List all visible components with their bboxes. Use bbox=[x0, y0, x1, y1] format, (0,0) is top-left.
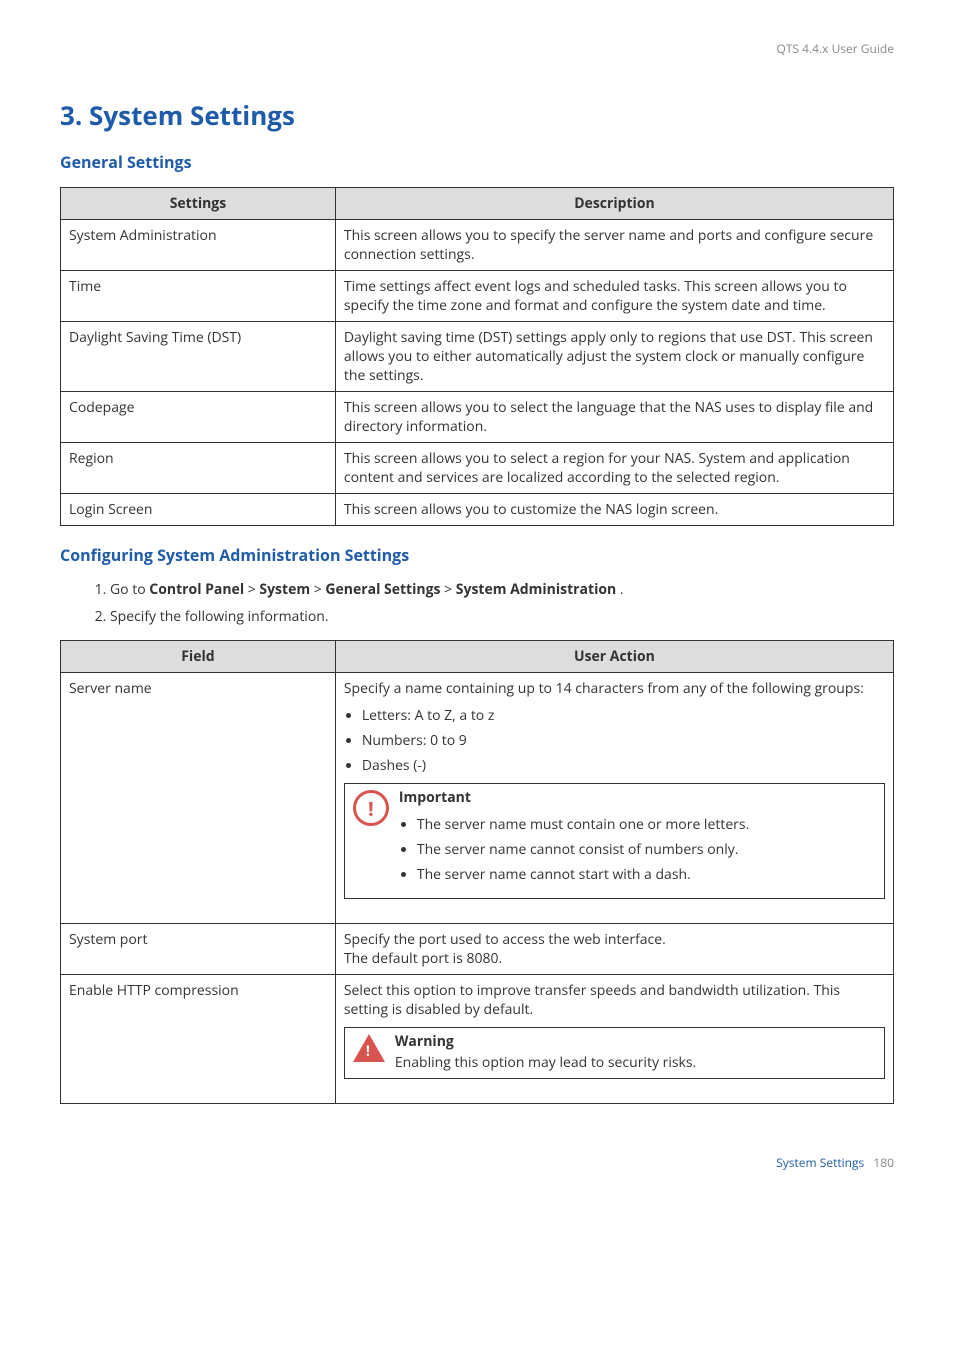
settings-desc: Daylight saving time (DST) settings appl… bbox=[335, 322, 893, 392]
steps-list: Go to Control Panel > System > General S… bbox=[90, 580, 894, 626]
footer-section: System Settings bbox=[776, 1154, 864, 1171]
table-row: Daylight Saving Time (DST) Daylight savi… bbox=[61, 322, 894, 392]
page-footer: System Settings 180 bbox=[60, 1154, 894, 1171]
th-settings: Settings bbox=[61, 188, 336, 220]
general-settings-heading: General Settings bbox=[60, 151, 894, 173]
warning-text: Enabling this option may lead to securit… bbox=[395, 1053, 876, 1072]
list-item: The server name cannot start with a dash… bbox=[417, 865, 876, 884]
step1-sep: > bbox=[244, 580, 259, 599]
warning-icon bbox=[353, 1034, 385, 1062]
step-2: Specify the following information. bbox=[110, 607, 894, 626]
table-row: Codepage This screen allows you to selec… bbox=[61, 392, 894, 443]
settings-desc: Time settings affect event logs and sche… bbox=[335, 271, 893, 322]
table-row: Enable HTTP compression Select this opti… bbox=[61, 975, 894, 1104]
settings-name: Login Screen bbox=[61, 494, 336, 526]
step-1: Go to Control Panel > System > General S… bbox=[110, 580, 894, 599]
field-action: Select this option to improve transfer s… bbox=[335, 975, 893, 1104]
list-item: Letters: A to Z, a to z bbox=[362, 706, 885, 725]
field-action-table: Field User Action Server name Specify a … bbox=[60, 640, 894, 1104]
table-row: System port Specify the port used to acc… bbox=[61, 924, 894, 975]
server-name-bullets: Letters: A to Z, a to z Numbers: 0 to 9 … bbox=[362, 706, 885, 775]
step1-sep: > bbox=[310, 580, 325, 599]
field-name: Server name bbox=[61, 673, 336, 924]
list-item: The server name must contain one or more… bbox=[417, 815, 876, 834]
configuring-heading: Configuring System Administration Settin… bbox=[60, 544, 894, 566]
system-port-line1: Specify the port used to access the web … bbox=[344, 930, 885, 949]
field-name: Enable HTTP compression bbox=[61, 975, 336, 1104]
footer-page-number: 180 bbox=[873, 1154, 894, 1171]
settings-desc: This screen allows you to customize the … bbox=[335, 494, 893, 526]
list-item: Dashes (-) bbox=[362, 756, 885, 775]
list-item: Numbers: 0 to 9 bbox=[362, 731, 885, 750]
table-row: Login Screen This screen allows you to c… bbox=[61, 494, 894, 526]
header-guide-title: QTS 4.4.x User Guide bbox=[60, 40, 894, 57]
important-bullets: The server name must contain one or more… bbox=[417, 815, 876, 884]
settings-desc: This screen allows you to select a regio… bbox=[335, 443, 893, 494]
step1-path-0: Control Panel bbox=[149, 580, 244, 599]
settings-name: Region bbox=[61, 443, 336, 494]
step1-path-2: General Settings bbox=[325, 580, 440, 599]
table-row: System Administration This screen allows… bbox=[61, 220, 894, 271]
settings-desc: This screen allows you to select the lan… bbox=[335, 392, 893, 443]
step1-path-3: System Administration bbox=[456, 580, 616, 599]
server-name-intro: Specify a name containing up to 14 chara… bbox=[344, 679, 885, 698]
settings-name: System Administration bbox=[61, 220, 336, 271]
general-settings-table: Settings Description System Administrati… bbox=[60, 187, 894, 526]
th-description: Description bbox=[335, 188, 893, 220]
step1-suffix: . bbox=[616, 580, 623, 599]
settings-desc: This screen allows you to specify the se… bbox=[335, 220, 893, 271]
warning-callout: Warning Enabling this option may lead to… bbox=[345, 1028, 884, 1078]
settings-name: Time bbox=[61, 271, 336, 322]
settings-name: Codepage bbox=[61, 392, 336, 443]
th-user-action: User Action bbox=[335, 641, 893, 673]
list-item: The server name cannot consist of number… bbox=[417, 840, 876, 859]
settings-name: Daylight Saving Time (DST) bbox=[61, 322, 336, 392]
important-icon: ! bbox=[353, 790, 389, 826]
http-compression-desc: Select this option to improve transfer s… bbox=[344, 981, 885, 1019]
important-callout: ! Important The server name must contain… bbox=[345, 784, 884, 898]
step1-sep: > bbox=[440, 580, 455, 599]
table-row: Region This screen allows you to select … bbox=[61, 443, 894, 494]
table-row: Server name Specify a name containing up… bbox=[61, 673, 894, 924]
step1-path-1: System bbox=[259, 580, 310, 599]
step1-prefix: Go to bbox=[110, 580, 149, 599]
th-field: Field bbox=[61, 641, 336, 673]
system-port-line2: The default port is 8080. bbox=[344, 949, 885, 968]
field-action: Specify the port used to access the web … bbox=[335, 924, 893, 975]
warning-label: Warning bbox=[395, 1032, 876, 1051]
important-label: Important bbox=[399, 788, 876, 807]
chapter-title: 3. System Settings bbox=[60, 97, 894, 133]
field-name: System port bbox=[61, 924, 336, 975]
field-action: Specify a name containing up to 14 chara… bbox=[335, 673, 893, 924]
table-row: Time Time settings affect event logs and… bbox=[61, 271, 894, 322]
